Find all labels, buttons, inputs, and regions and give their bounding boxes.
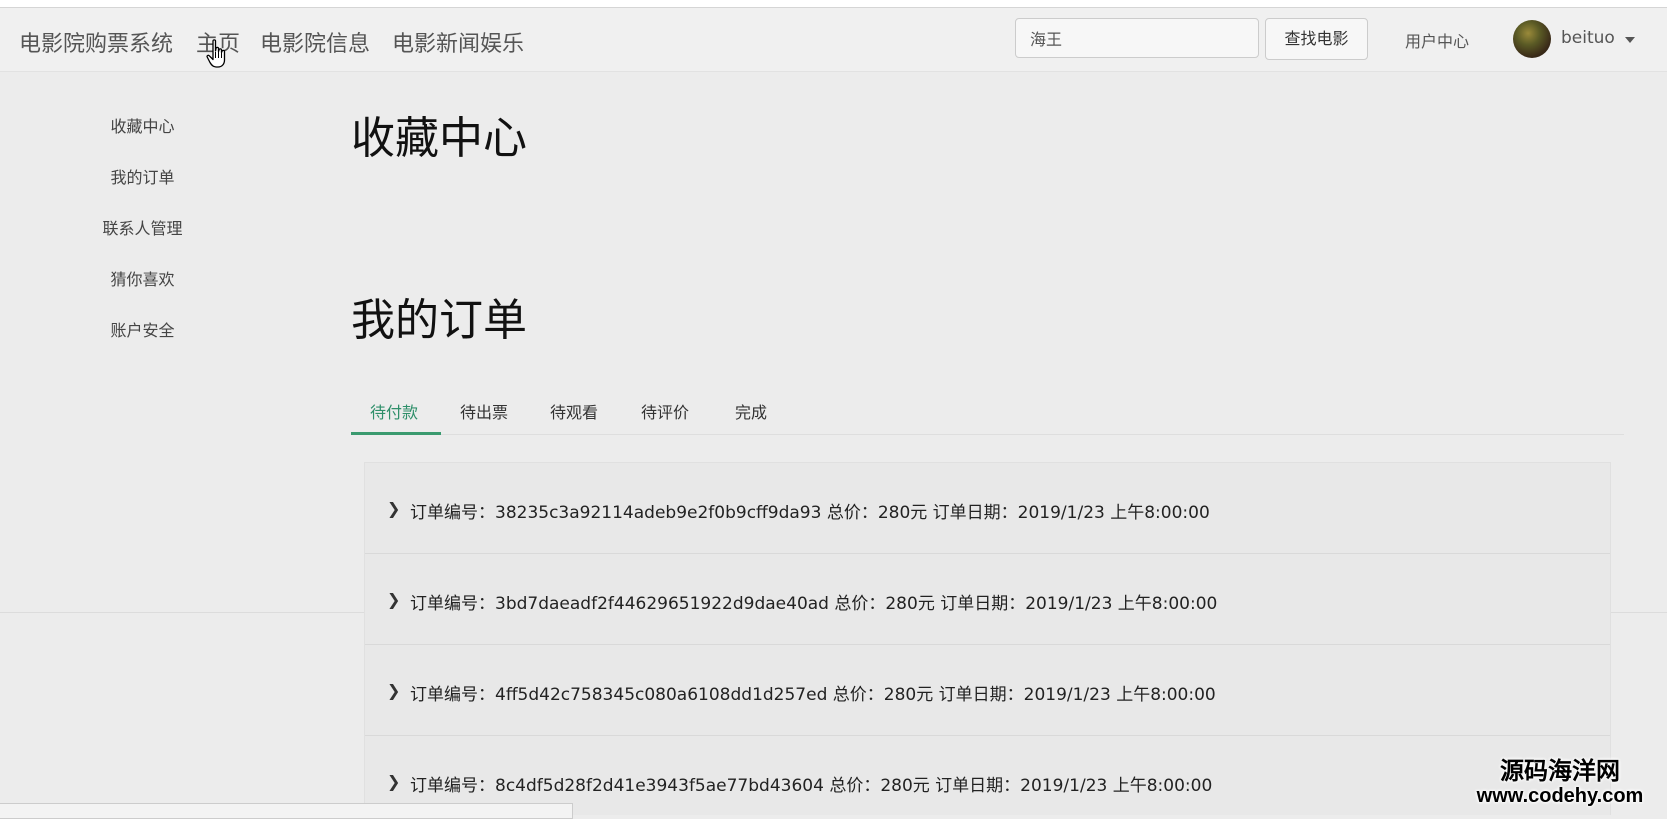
chevron-right-icon: ❯	[387, 772, 401, 791]
orders-list: ❯ 订单编号：38235c3a92114adeb9e2f0b9cff9da93 …	[364, 462, 1611, 815]
nav-link-cinema-info[interactable]: 电影院信息	[260, 26, 370, 58]
order-row[interactable]: ❯ 订单编号：38235c3a92114adeb9e2f0b9cff9da93 …	[365, 463, 1610, 554]
browser-status-bar	[0, 803, 573, 819]
avatar[interactable]	[1513, 20, 1551, 58]
watermark-line-1: 源码海洋网	[1500, 757, 1620, 785]
tab-completed[interactable]: 完成	[735, 399, 767, 423]
tabs-divider	[351, 434, 1624, 435]
caret-down-icon[interactable]	[1625, 37, 1635, 43]
orders-title: 我的订单	[351, 295, 527, 346]
search-input[interactable]	[1015, 18, 1259, 58]
hand-cursor-icon	[206, 39, 226, 68]
tab-pending-payment[interactable]: 待付款	[370, 399, 418, 423]
chevron-right-icon: ❯	[387, 499, 401, 518]
sidebar-item-recommendations[interactable]: 猜你喜欢	[60, 266, 225, 290]
top-navbar: 电影院购票系统 主页 电影院信息 电影新闻娱乐 查找电影 用户中心 beituo	[0, 8, 1667, 72]
chevron-right-icon: ❯	[387, 590, 401, 609]
order-summary: 订单编号：8c4df5d28f2d41e3943f5ae77bd43604 总价…	[410, 776, 1213, 796]
order-summary: 订单编号：4ff5d42c758345c080a6108dd1d257ed 总价…	[410, 685, 1216, 705]
chevron-right-icon: ❯	[387, 681, 401, 700]
favorites-title: 收藏中心	[351, 113, 527, 164]
order-summary: 订单编号：38235c3a92114adeb9e2f0b9cff9da93 总价…	[410, 503, 1210, 523]
sidebar-item-my-orders[interactable]: 我的订单	[60, 164, 225, 188]
watermark: 源码海洋网 www.codehy.com	[1455, 758, 1665, 808]
order-row[interactable]: ❯ 订单编号：3bd7daeadf2f44629651922d9dae40ad …	[365, 554, 1610, 645]
nav-link-movie-news[interactable]: 电影新闻娱乐	[392, 26, 524, 58]
sidebar-item-contacts[interactable]: 联系人管理	[60, 215, 225, 239]
sidebar-item-account-security[interactable]: 账户安全	[60, 317, 225, 341]
sidebar-item-favorites[interactable]: 收藏中心	[60, 113, 225, 137]
tab-pending-watch[interactable]: 待观看	[550, 399, 598, 423]
browser-top-edge	[0, 0, 1667, 8]
watermark-line-2: www.codehy.com	[1476, 785, 1644, 807]
tab-pending-ticket[interactable]: 待出票	[460, 399, 508, 423]
brand-logo-text[interactable]: 电影院购票系统	[19, 26, 173, 58]
search-movie-button[interactable]: 查找电影	[1265, 18, 1368, 60]
order-row[interactable]: ❯ 订单编号：4ff5d42c758345c080a6108dd1d257ed …	[365, 645, 1610, 736]
tab-pending-review[interactable]: 待评价	[641, 399, 689, 423]
user-center-link[interactable]: 用户中心	[1405, 28, 1469, 52]
order-summary: 订单编号：3bd7daeadf2f44629651922d9dae40ad 总价…	[410, 594, 1218, 614]
username-dropdown[interactable]: beituo	[1561, 28, 1615, 48]
active-tab-indicator	[351, 432, 441, 435]
